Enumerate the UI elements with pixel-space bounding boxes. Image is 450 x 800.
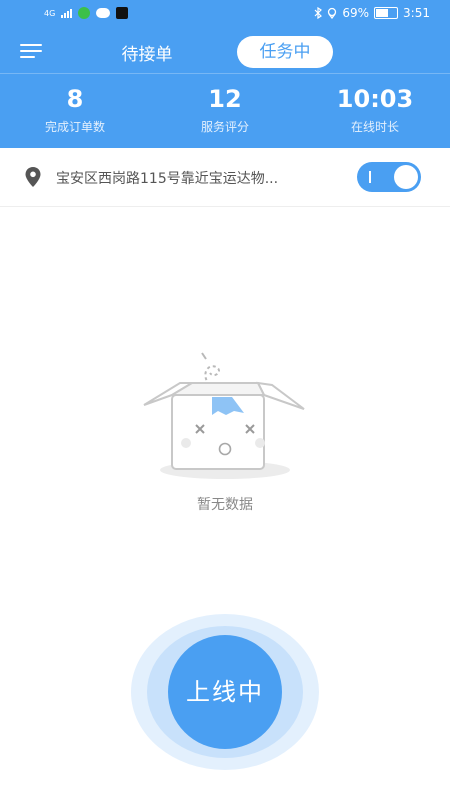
stat-value: 10:03	[336, 85, 414, 113]
current-address[interactable]: 宝安区西岗路115号靠近宝运达物...	[56, 168, 336, 188]
location-pin-icon	[25, 167, 41, 187]
header-panel: 4G 69% 3:51 待接单 任务中 8 完成订单数 12 服务评分 10:0…	[0, 0, 450, 148]
stat-online-duration: 10:03 在线时长	[300, 84, 450, 135]
stat-value: 12	[208, 85, 242, 113]
stat-completed-orders: 8 完成订单数	[0, 84, 150, 135]
stat-label: 在线时长	[350, 120, 399, 134]
battery-icon	[374, 7, 399, 19]
stat-label: 完成订单数	[44, 120, 105, 134]
status-bar: 4G 69% 3:51	[0, 0, 450, 28]
clock: 3:51	[403, 6, 430, 20]
online-status-button[interactable]: 上线中	[168, 635, 282, 749]
battery-percent: 69%	[342, 6, 370, 20]
toggle-knob	[394, 165, 418, 189]
tab-pending-orders[interactable]: 待接单	[110, 40, 184, 65]
empty-box-illustration	[143, 352, 305, 479]
network-label: 4G	[44, 8, 56, 18]
empty-state-text: 暂无数据	[197, 497, 253, 513]
signal-icon	[61, 8, 73, 18]
location-status-icon	[328, 7, 337, 19]
stat-service-rating: 12 服务评分	[150, 84, 300, 135]
toggle-on-mark	[369, 171, 371, 183]
header-divider	[0, 73, 450, 74]
wechat-icon	[96, 8, 111, 18]
app-notification-icon	[78, 7, 91, 19]
online-button-group: 上线中	[131, 614, 319, 770]
tab-in-progress[interactable]: 任务中	[237, 36, 333, 68]
stats-row: 8 完成订单数 12 服务评分 10:03 在线时长	[0, 84, 450, 135]
location-bar: 宝安区西岗路115号靠近宝运达物...	[0, 148, 450, 207]
bluetooth-icon	[314, 7, 323, 19]
tiktok-icon	[116, 7, 129, 19]
menu-icon[interactable]	[20, 42, 42, 60]
nav-bar: 待接单 任务中	[0, 32, 450, 72]
stat-label: 服务评分	[200, 120, 249, 134]
online-toggle-switch[interactable]	[357, 162, 421, 192]
status-left: 4G	[44, 7, 129, 19]
stat-value: 8	[66, 85, 84, 113]
status-right: 69% 3:51	[314, 6, 430, 20]
